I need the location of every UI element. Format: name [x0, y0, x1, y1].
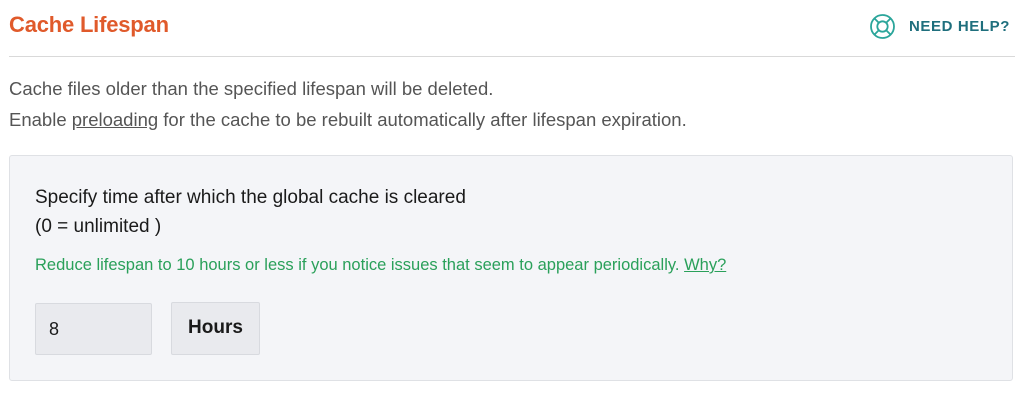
description-text: for the cache to be rebuilt automaticall… — [158, 109, 687, 130]
need-help-label: NEED HELP? — [908, 18, 1010, 35]
hint-text: Reduce lifespan to 10 hours or less if y… — [35, 256, 680, 274]
lifespan-unit-label: Hours — [171, 302, 260, 355]
setting-hint: Reduce lifespan to 10 hours or less if y… — [35, 256, 726, 275]
cache-lifespan-page: Cache Lifespan NEED HELP? Cache files ol… — [0, 0, 1024, 393]
need-help-button[interactable]: NEED HELP? — [869, 13, 1010, 40]
description-line-2: Enable preloading for the cache to be re… — [9, 104, 687, 135]
lifespan-setting-card: Specify time after which the global cach… — [9, 155, 1013, 381]
lifespan-input[interactable]: 8 — [35, 303, 152, 355]
setting-label-line-2: (0 = unlimited ) — [35, 216, 162, 237]
description-line-1: Cache files older than the specified lif… — [9, 78, 494, 99]
section-description: Cache files older than the specified lif… — [9, 73, 687, 135]
setting-label-line-1: Specify time after which the global cach… — [35, 187, 466, 208]
section-header: Cache Lifespan NEED HELP? — [9, 0, 1015, 57]
preloading-link[interactable]: preloading — [72, 109, 158, 130]
why-link[interactable]: Why? — [684, 256, 726, 274]
section-title: Cache Lifespan — [9, 12, 169, 37]
setting-label: Specify time after which the global cach… — [35, 183, 466, 241]
description-text: Enable — [9, 109, 72, 130]
lifebuoy-icon — [869, 13, 896, 40]
